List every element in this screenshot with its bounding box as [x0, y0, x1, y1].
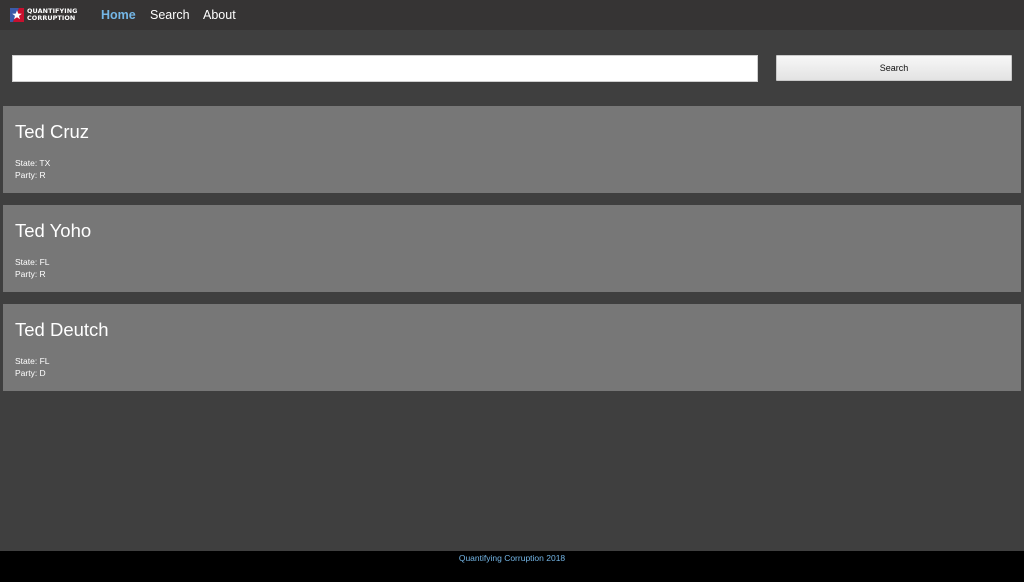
politician-state: State: FL [15, 356, 50, 366]
result-card[interactable]: Ted Deutch State: FL Party: D [3, 304, 1021, 391]
nav-home-link[interactable]: Home [101, 0, 136, 30]
politician-party: Party: R [15, 269, 46, 279]
brand-logo[interactable]: QUANTIFYING CORRUPTION [10, 6, 86, 24]
result-card[interactable]: Ted Cruz State: TX Party: R [3, 106, 1021, 193]
politician-name[interactable]: Ted Cruz [15, 121, 89, 143]
politician-party: Party: R [15, 170, 46, 180]
politician-state: State: FL [15, 257, 50, 267]
page-footer: Quantifying Corruption 2018 [0, 551, 1024, 582]
search-input[interactable] [12, 55, 758, 82]
brand-wordmark: QUANTIFYING CORRUPTION [27, 8, 78, 21]
brand-line-2: CORRUPTION [27, 14, 76, 22]
result-card[interactable]: Ted Yoho State: FL Party: R [3, 205, 1021, 292]
search-button[interactable]: Search [776, 55, 1012, 81]
politician-name[interactable]: Ted Deutch [15, 319, 109, 341]
nav-search-link[interactable]: Search [150, 0, 190, 30]
nav-about-link[interactable]: About [203, 0, 236, 30]
top-navbar: QUANTIFYING CORRUPTION Home Search About [0, 0, 1024, 30]
star-flag-icon [10, 8, 24, 22]
politician-party: Party: D [15, 368, 46, 378]
politician-name[interactable]: Ted Yoho [15, 220, 91, 242]
politician-state: State: TX [15, 158, 51, 168]
footer-text: Quantifying Corruption 2018 [458, 553, 566, 563]
